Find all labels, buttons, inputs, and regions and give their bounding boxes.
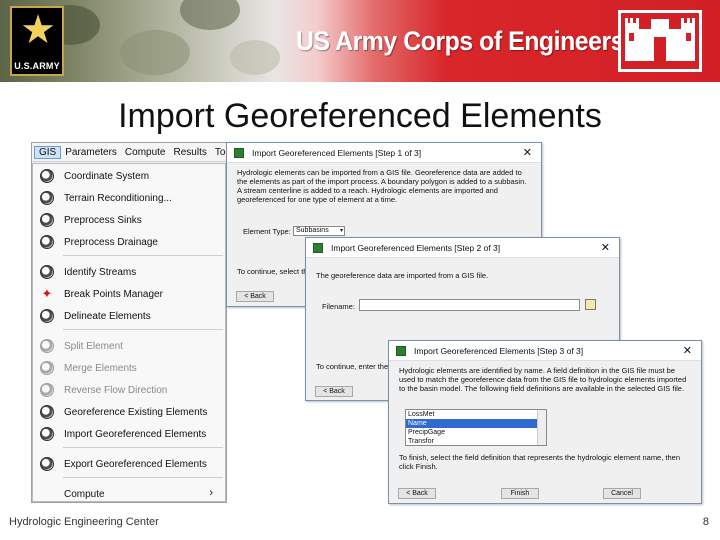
menu-separator — [63, 329, 223, 330]
globe-icon — [40, 361, 54, 375]
menu-parameters[interactable]: Parameters — [61, 147, 121, 158]
menu-item-reverse-flow-direction: Reverse Flow Direction — [33, 381, 223, 399]
menu-item-preprocess-sinks[interactable]: Preprocess Sinks — [33, 211, 223, 229]
close-icon[interactable]: ✕ — [601, 241, 610, 254]
footer-organization: Hydrologic Engineering Center — [9, 516, 159, 528]
menu-item-import-georeferenced-elements[interactable]: Import Georeferenced Elements — [33, 425, 223, 443]
chevron-down-icon: ▾ — [339, 228, 343, 234]
menu-item-break-points-manager[interactable]: ✦ Break Points Manager — [33, 285, 223, 303]
finish-instruction: To finish, select the field definition t… — [399, 453, 680, 471]
list-item[interactable]: LossMet — [406, 410, 546, 419]
crosshair-icon: ✦ — [41, 286, 53, 301]
cancel-button[interactable]: Cancel — [603, 488, 641, 499]
menu-item-delineate-elements[interactable]: Delineate Elements — [33, 307, 223, 325]
header-banner: ★ U.S.ARMY US Army Corps of Engineers — [0, 0, 720, 82]
globe-icon — [40, 405, 54, 419]
globe-icon — [40, 191, 54, 205]
menu-separator — [63, 477, 223, 478]
castle-icon — [618, 10, 702, 72]
army-logo-text: U.S.ARMY — [14, 61, 60, 71]
close-icon[interactable]: ✕ — [683, 344, 692, 357]
globe-icon — [40, 383, 54, 397]
army-logo: ★ U.S.ARMY — [10, 6, 64, 76]
element-type-label: Element Type: — [243, 227, 291, 236]
dialog-description: Hydrologic elements can be imported from… — [237, 168, 527, 204]
dialog-description: The georeference data are imported from … — [316, 271, 489, 280]
menubar: GIS Parameters Compute Results To — [32, 143, 226, 162]
dialog-description: Hydrologic elements are identified by na… — [399, 366, 687, 393]
slide-title: Import Georeferenced Elements — [118, 97, 602, 135]
globe-icon — [40, 309, 54, 323]
menu-item-export-georeferenced-elements[interactable]: Export Georeferenced Elements — [33, 455, 223, 473]
globe-icon — [40, 169, 54, 183]
gis-dropdown: Coordinate System Terrain Reconditioning… — [32, 163, 226, 502]
org-title: US Army Corps of Engineers — [296, 26, 625, 56]
scrollbar[interactable] — [537, 410, 546, 445]
menu-item-split-element: Split Element — [33, 337, 223, 355]
menu-separator — [63, 447, 223, 448]
finish-button[interactable]: Finish — [501, 488, 539, 499]
globe-icon — [40, 213, 54, 227]
filename-input[interactable] — [359, 299, 580, 311]
menu-item-coordinate-system[interactable]: Coordinate System — [33, 167, 223, 185]
menu-item-compute[interactable]: Compute › — [33, 485, 223, 503]
globe-icon — [40, 235, 54, 249]
globe-icon — [40, 457, 54, 471]
app-icon — [313, 242, 323, 253]
back-button[interactable]: < Back — [236, 291, 274, 302]
menu-item-preprocess-drainage[interactable]: Preprocess Drainage — [33, 233, 223, 251]
page-number: 8 — [702, 516, 709, 528]
globe-icon — [40, 427, 54, 441]
menu-item-terrain-reconditioning[interactable]: Terrain Reconditioning... — [33, 189, 223, 207]
dialog-title: Import Georeferenced Elements [Step 1 of… — [252, 147, 422, 158]
folder-open-icon[interactable] — [585, 299, 596, 310]
element-type-select[interactable]: Subbasins ▾ — [293, 226, 345, 236]
menu-results[interactable]: Results — [170, 147, 211, 158]
app-icon — [234, 147, 244, 158]
dialog-title: Import Georeferenced Elements [Step 3 of… — [414, 345, 584, 356]
globe-icon — [40, 265, 54, 279]
gis-menu-panel: GIS Parameters Compute Results To Coordi… — [31, 142, 227, 503]
back-button[interactable]: < Back — [398, 488, 436, 499]
dialog-titlebar: Import Georeferenced Elements [Step 2 of… — [306, 238, 619, 258]
menu-separator — [63, 255, 223, 256]
filename-label: Filename: — [322, 302, 355, 311]
app-icon — [396, 345, 406, 356]
list-item-selected[interactable]: Name — [406, 419, 546, 428]
dialog-title: Import Georeferenced Elements [Step 2 of… — [331, 242, 501, 253]
field-list[interactable]: LossMet Name PrecipGage Transfor — [405, 409, 547, 446]
menu-gis[interactable]: GIS — [34, 145, 62, 159]
menu-item-identify-streams[interactable]: Identify Streams — [33, 263, 223, 281]
list-item[interactable]: PrecipGage — [406, 428, 546, 437]
star-icon: ★ — [20, 7, 56, 53]
menu-compute[interactable]: Compute — [121, 147, 170, 158]
import-dialog-step-3: Import Georeferenced Elements [Step 3 of… — [388, 340, 702, 504]
globe-icon — [40, 339, 54, 353]
close-icon[interactable]: ✕ — [523, 146, 532, 159]
menu-item-merge-elements: Merge Elements — [33, 359, 223, 377]
dialog-titlebar: Import Georeferenced Elements [Step 1 of… — [227, 143, 541, 163]
dialog-titlebar: Import Georeferenced Elements [Step 3 of… — [389, 341, 701, 361]
menu-item-georeference-existing-elements[interactable]: Georeference Existing Elements — [33, 403, 223, 421]
list-item[interactable]: Transfor — [406, 437, 546, 446]
back-button[interactable]: < Back — [315, 386, 353, 397]
chevron-right-icon: › — [209, 487, 213, 499]
